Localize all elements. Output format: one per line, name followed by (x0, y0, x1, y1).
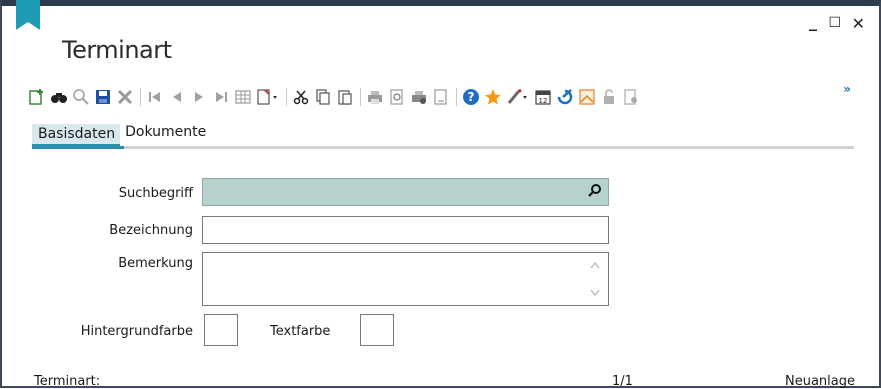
paste-icon[interactable] (336, 88, 354, 106)
toolbar-separator (286, 88, 287, 106)
tab-basisdaten[interactable]: Basisdaten (32, 124, 121, 147)
search-icon[interactable] (588, 183, 602, 197)
delete-icon[interactable] (116, 88, 134, 106)
print-setup-icon[interactable] (410, 88, 428, 106)
record-position: 1/1 (612, 374, 633, 389)
record-mode: Neuanlage (785, 374, 855, 389)
next-record-icon[interactable] (190, 88, 208, 106)
toolbar-separator (140, 88, 141, 106)
edit-check-icon[interactable] (556, 88, 574, 106)
minimize-button[interactable]: _ (809, 12, 817, 31)
paint-brush-icon[interactable] (506, 88, 530, 106)
last-record-icon[interactable] (212, 88, 230, 106)
application-window: Terminart _ ☐ ✕ ? 12 » Basisdaten Dokume… (0, 0, 881, 389)
scroll-up-icon[interactable] (590, 261, 600, 269)
chart-icon[interactable] (578, 88, 596, 106)
report-dropdown-icon[interactable] (256, 88, 280, 106)
toolbar-separator (456, 88, 457, 106)
help-icon[interactable]: ? (462, 88, 480, 106)
new-record-icon[interactable] (28, 88, 46, 106)
table-view-icon[interactable] (234, 88, 252, 106)
print-icon[interactable] (366, 88, 384, 106)
binoculars-icon[interactable] (50, 88, 68, 106)
first-record-icon[interactable] (146, 88, 164, 106)
active-tab-indicator (32, 146, 124, 149)
toolbar-more-button[interactable]: » (843, 82, 851, 96)
textfarbe-label: Textfarbe (270, 324, 331, 339)
maximize-button[interactable]: ☐ (828, 15, 841, 31)
tab-underline (32, 146, 854, 149)
suchbegriff-input[interactable] (202, 178, 609, 206)
bezeichnung-label: Bezeichnung (109, 223, 193, 238)
tab-bar: Basisdaten Dokumente (32, 124, 211, 147)
status-label: Terminart: (34, 374, 101, 389)
favorite-star-icon[interactable] (484, 88, 502, 106)
bookmark-icon (16, 0, 40, 30)
tab-dokumente[interactable]: Dokumente (120, 124, 211, 147)
cut-icon[interactable] (292, 88, 310, 106)
settings-document-icon[interactable] (622, 88, 640, 106)
textfarbe-picker[interactable] (360, 314, 394, 346)
print-preview-icon[interactable] (388, 88, 406, 106)
suchbegriff-label: Suchbegriff (118, 186, 193, 201)
svg-text:?: ? (468, 90, 475, 104)
lock-icon[interactable] (600, 88, 618, 106)
previous-record-icon[interactable] (168, 88, 186, 106)
hintergrundfarbe-label: Hintergrundfarbe (80, 324, 193, 339)
close-button[interactable]: ✕ (852, 14, 865, 33)
page-preview-icon[interactable] (432, 88, 450, 106)
toolbar-separator (360, 88, 361, 106)
bemerkung-label: Bemerkung (118, 256, 193, 271)
magnifier-icon[interactable] (72, 88, 90, 106)
bemerkung-textarea[interactable] (202, 252, 609, 306)
svg-text:12: 12 (539, 97, 548, 105)
calendar-icon[interactable]: 12 (534, 88, 552, 106)
hintergrundfarbe-picker[interactable] (204, 314, 238, 346)
scroll-down-icon[interactable] (590, 289, 600, 297)
copy-icon[interactable] (314, 88, 332, 106)
toolbar: ? 12 (28, 86, 644, 108)
save-icon[interactable] (94, 88, 112, 106)
bezeichnung-input[interactable] (202, 216, 609, 244)
window-title: Terminart (62, 36, 172, 64)
